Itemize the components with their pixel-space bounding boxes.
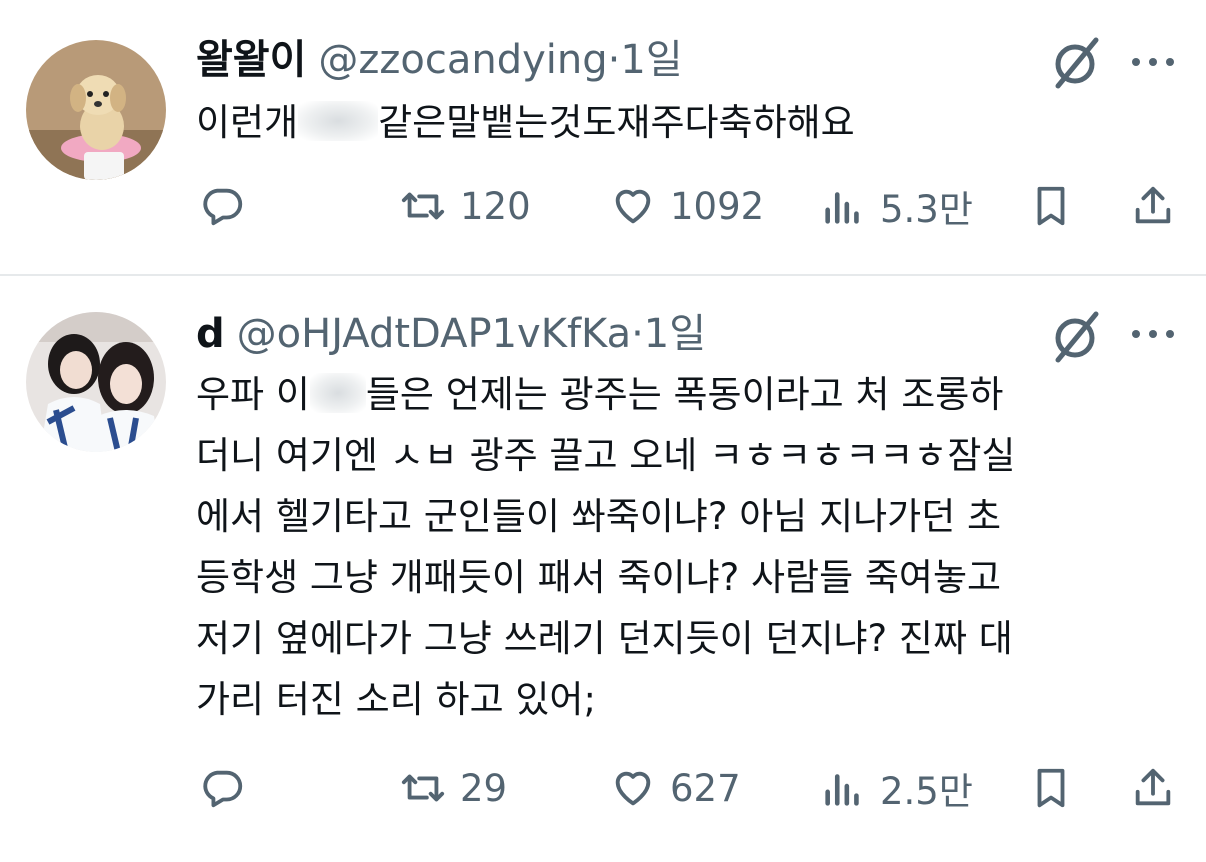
tweet-text: 이런개 같은말뱉는것도재주다축하해요 [196, 92, 1186, 153]
views-button[interactable]: 2.5만 [820, 758, 973, 818]
share-button[interactable] [1130, 758, 1176, 818]
like-button[interactable]: 627 [610, 758, 741, 818]
text-segment: 들은 언제는 광주는 폭동이라고 처 조롱하 [365, 373, 1004, 416]
action-bar: 29 627 2.5만 [196, 758, 1186, 818]
tweet[interactable]: d @oHJAdtDAP1vKfKa·1일 우파 이 들은 언제는 광주는 폭동이라… [0, 276, 1206, 862]
bookmark-icon [1037, 186, 1065, 226]
text-segment: 우파 이 [196, 373, 310, 416]
two-people-avatar [26, 312, 166, 452]
share-icon [1135, 186, 1171, 224]
tweet-text: 우파 이 들은 언제는 광주는 폭동이라고 처 조롱하 더니 여기엔 ㅅㅂ 광주 … [196, 364, 1186, 730]
display-name[interactable]: 왈왈이 [196, 37, 306, 83]
tweet-header: d @oHJAdtDAP1vKfKa·1일 [196, 310, 706, 358]
avatar[interactable] [26, 40, 166, 180]
text-segment: 같은말뱉는것도재주다축하해요 [378, 101, 855, 144]
puppy-avatar [26, 40, 166, 180]
text-line: 우파 이 들은 언제는 광주는 폭동이라고 처 조롱하 [196, 364, 1186, 425]
retweet-button[interactable]: 120 [400, 176, 531, 236]
views-count: 2.5만 [880, 770, 973, 813]
action-bar: 120 1092 5.3만 [196, 176, 1186, 236]
retweet-button[interactable]: 29 [400, 758, 507, 818]
user-handle[interactable]: @oHJAdtDAP1vKfKa [237, 311, 631, 357]
text-line: 등학생 그냥 개패듯이 패서 죽이냐? 사람들 죽여놓고 [196, 556, 1002, 599]
retweet-count: 120 [460, 184, 531, 228]
timestamp[interactable]: 1일 [620, 37, 682, 83]
retweet-count: 29 [460, 766, 508, 810]
grok-icon[interactable] [1046, 308, 1104, 366]
text-line: 저기 옆에다가 그냥 쓰레기 던지듯이 던지냐? 진짜 대 [196, 617, 1013, 660]
bookmark-button[interactable] [1028, 758, 1074, 818]
views-icon [825, 774, 859, 806]
display-name[interactable]: d [196, 311, 225, 357]
reply-button[interactable] [200, 758, 246, 818]
user-handle[interactable]: @zzocandying [318, 37, 607, 83]
tweet-header: 왈왈이 @zzocandying·1일 [196, 36, 683, 84]
separator: · [607, 37, 621, 83]
reply-icon [203, 188, 243, 226]
tweet[interactable]: 왈왈이 @zzocandying·1일 이런개 같은말뱉는것도재주다축하해요 120… [0, 0, 1206, 274]
blurred-censor [298, 101, 379, 141]
separator: · [631, 311, 644, 357]
more-icon[interactable] [1130, 328, 1176, 340]
avatar[interactable] [26, 312, 166, 452]
like-button[interactable]: 1092 [610, 176, 764, 236]
reply-icon [203, 770, 243, 808]
retweet-icon [401, 774, 445, 802]
text-line: 더니 여기엔 ㅅㅂ 광주 끌고 오네 ㅋㅎㅋㅎㅋㅋㅎ잠실 [196, 434, 1016, 477]
bookmark-button[interactable] [1028, 176, 1074, 236]
share-icon [1135, 768, 1171, 806]
bookmark-icon [1037, 768, 1065, 808]
text-segment: 이런개 [196, 101, 299, 144]
views-button[interactable]: 5.3만 [820, 176, 973, 236]
like-count: 1092 [670, 184, 765, 228]
text-line: 가리 터진 소리 하고 있어; [196, 678, 596, 721]
retweet-icon [401, 192, 445, 220]
like-icon [615, 771, 651, 806]
blurred-censor [309, 373, 366, 413]
text-line: 에서 헬기타고 군인들이 쏴죽이냐? 아님 지나가던 초 [196, 495, 1002, 538]
grok-icon[interactable] [1046, 34, 1104, 92]
like-icon [615, 189, 651, 224]
text-line: 이런개 같은말뱉는것도재주다축하해요 [196, 92, 1186, 153]
reply-button[interactable] [200, 176, 246, 236]
timestamp[interactable]: 1일 [644, 311, 706, 357]
views-count: 5.3만 [880, 188, 973, 231]
views-icon [825, 192, 859, 224]
share-button[interactable] [1130, 176, 1176, 236]
more-icon[interactable] [1130, 56, 1176, 68]
like-count: 627 [670, 766, 741, 810]
